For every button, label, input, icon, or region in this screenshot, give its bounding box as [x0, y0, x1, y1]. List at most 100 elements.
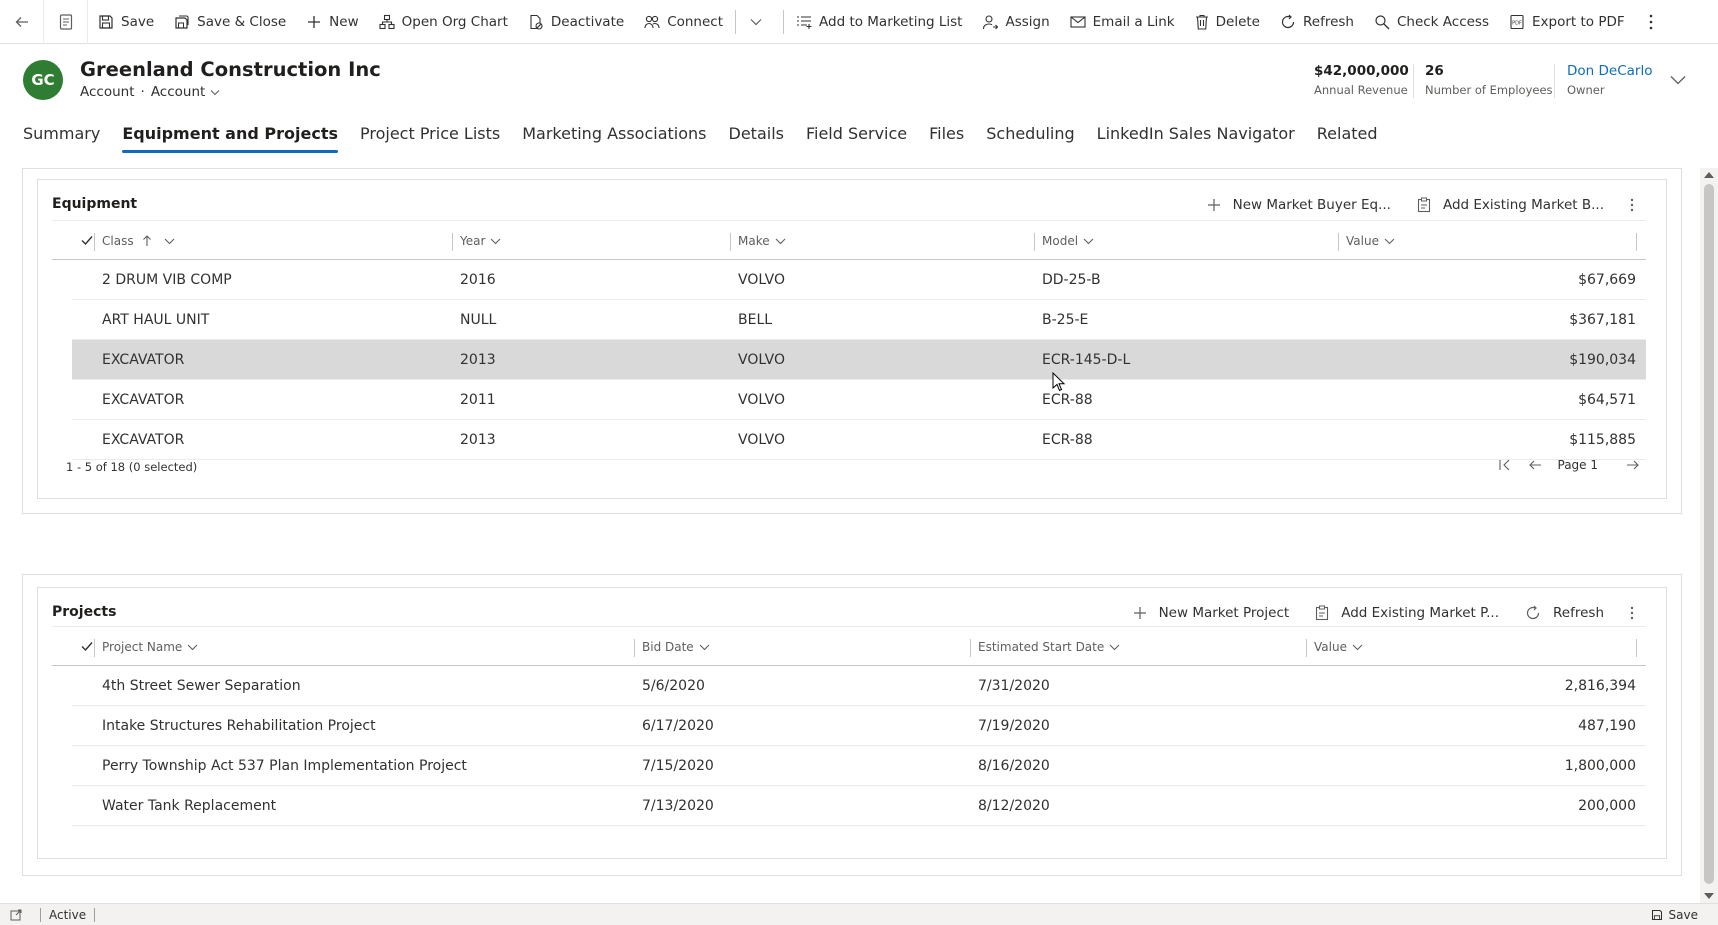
pdf-icon: PDF — [1510, 14, 1524, 29]
refresh-button[interactable]: Refresh — [1270, 0, 1364, 44]
column-header-year[interactable]: Year — [452, 221, 501, 261]
scrollbar-thumb[interactable] — [1704, 184, 1714, 884]
form-content: Equipment New Market Buyer Eq... Add Exi… — [0, 160, 1700, 900]
cell-model: ECR-88 — [1042, 432, 1093, 448]
first-page-icon[interactable] — [1498, 458, 1512, 472]
column-header-value[interactable]: Value — [1338, 221, 1395, 261]
add-existing-market-project-button[interactable]: Add Existing Market P... — [1315, 605, 1499, 621]
tab-summary[interactable]: Summary — [23, 124, 100, 154]
chevron-down-icon — [1384, 238, 1395, 244]
new-market-project-button[interactable]: New Market Project — [1133, 605, 1289, 621]
deactivate-label: Deactivate — [550, 13, 625, 30]
equipment-pager: Page 1 — [1498, 458, 1641, 472]
column-separator — [1338, 233, 1339, 251]
status-save-button[interactable]: Save — [1651, 908, 1698, 922]
column-header-class[interactable]: Class — [94, 221, 175, 261]
delete-label: Delete — [1215, 13, 1260, 30]
form-selector[interactable]: Account — [151, 84, 221, 100]
owner-link[interactable]: Don DeCarlo — [1567, 63, 1652, 79]
table-row-hovered[interactable]: EXCAVATOR 2013 VOLVO ECR-145-D-L $190,03… — [72, 340, 1646, 392]
column-header-model-label: Model — [1042, 234, 1079, 248]
column-header-make[interactable]: Make — [730, 221, 786, 261]
assign-label: Assign — [1005, 13, 1050, 30]
cell-class: ART HAUL UNIT — [102, 312, 210, 328]
add-to-marketing-list-button[interactable]: Add to Marketing List — [786, 0, 972, 44]
table-row[interactable]: EXCAVATOR 2011 VOLVO ECR-88 $64,571 — [72, 380, 1646, 420]
more-commands-button[interactable] — [1635, 0, 1674, 44]
cell-value: $367,181 — [1569, 312, 1636, 328]
plus-icon — [308, 15, 321, 28]
column-header-project-name-label: Project Name — [102, 640, 183, 654]
back-button[interactable] — [0, 0, 44, 44]
chevron-down-icon — [775, 238, 786, 244]
table-row[interactable]: EXCAVATOR 2013 VOLVO ECR-88 $115,885 — [72, 420, 1646, 460]
equipment-more-button[interactable] — [1630, 198, 1646, 212]
cell-model: B-25-E — [1042, 312, 1089, 328]
delete-button[interactable]: Delete — [1185, 0, 1270, 44]
tab-linkedin-sales-navigator[interactable]: LinkedIn Sales Navigator — [1097, 124, 1295, 154]
check-access-label: Check Access — [1396, 13, 1490, 30]
assign-icon — [983, 14, 999, 29]
table-row[interactable]: Water Tank Replacement 7/13/2020 8/12/20… — [72, 786, 1646, 826]
tab-equipment-and-projects[interactable]: Equipment and Projects — [122, 124, 338, 154]
open-org-chart-button[interactable]: Open Org Chart — [369, 0, 518, 44]
projects-grid: Project Name Bid Date Estimated Start Da… — [52, 626, 1646, 826]
tab-field-service[interactable]: Field Service — [806, 124, 907, 154]
email-a-link-button[interactable]: Email a Link — [1060, 0, 1185, 44]
vertical-scrollbar[interactable] — [1700, 168, 1718, 903]
new-button[interactable]: New — [296, 0, 368, 44]
tab-files[interactable]: Files — [929, 124, 964, 154]
previous-page-icon[interactable] — [1528, 458, 1542, 472]
projects-more-button[interactable] — [1630, 606, 1646, 620]
deactivate-button[interactable]: Deactivate — [518, 0, 634, 44]
export-to-pdf-button[interactable]: PDF Export to PDF — [1499, 0, 1635, 44]
add-existing-market-buyer-label: Add Existing Market B... — [1442, 197, 1604, 213]
scroll-down-arrow[interactable] — [1704, 893, 1714, 899]
tab-marketing-associations[interactable]: Marketing Associations — [522, 124, 706, 154]
table-row[interactable]: 2 DRUM VIB COMP 2016 VOLVO DD-25-B $67,6… — [72, 260, 1646, 300]
header-expand-button[interactable] — [1670, 74, 1686, 89]
open-in-new-window-button[interactable] — [0, 909, 32, 921]
column-header-value[interactable]: Value — [1306, 627, 1363, 667]
projects-grid-header: Project Name Bid Date Estimated Start Da… — [52, 626, 1646, 666]
tab-related[interactable]: Related — [1317, 124, 1378, 154]
add-existing-market-buyer-button[interactable]: Add Existing Market B... — [1417, 197, 1604, 213]
org-chart-icon — [379, 14, 395, 29]
deactivate-icon — [530, 14, 543, 30]
owner-field: Don DeCarlo Owner — [1567, 63, 1652, 97]
refresh-icon — [1281, 14, 1295, 28]
next-page-icon[interactable] — [1626, 458, 1640, 472]
save-close-button[interactable]: Save & Close — [164, 0, 296, 44]
check-access-button[interactable]: Check Access — [1364, 0, 1499, 44]
assign-button[interactable]: Assign — [972, 0, 1059, 44]
tab-details[interactable]: Details — [729, 124, 784, 154]
save-button[interactable]: Save — [88, 0, 164, 44]
column-header-model[interactable]: Model — [1034, 221, 1094, 261]
status-save-label: Save — [1668, 907, 1698, 922]
tab-scheduling[interactable]: Scheduling — [986, 124, 1074, 154]
equipment-subgrid: Equipment New Market Buyer Eq... Add Exi… — [37, 179, 1667, 499]
command-bar: Save Save & Close New Open Org Chart Dea… — [0, 0, 1718, 44]
table-row[interactable]: Perry Township Act 537 Plan Implementati… — [72, 746, 1646, 786]
column-header-bid-date[interactable]: Bid Date — [634, 627, 710, 667]
page-number: Page 1 — [1557, 458, 1599, 472]
connect-dropdown-button[interactable] — [738, 0, 781, 44]
select-all-checkmark-icon[interactable] — [80, 233, 94, 247]
table-row[interactable]: ART HAUL UNIT NULL BELL B-25-E $367,181 — [72, 300, 1646, 340]
cell-bid-date: 7/13/2020 — [642, 798, 714, 814]
column-header-class-label: Class — [102, 234, 134, 248]
scroll-up-arrow[interactable] — [1704, 172, 1714, 178]
cell-year: 2013 — [460, 432, 496, 448]
column-header-project-name[interactable]: Project Name — [94, 627, 198, 667]
table-row[interactable]: Intake Structures Rehabilitation Project… — [72, 706, 1646, 746]
select-all-checkmark-icon[interactable] — [80, 639, 94, 653]
tab-project-price-lists[interactable]: Project Price Lists — [360, 124, 500, 154]
column-header-estimated-start-date[interactable]: Estimated Start Date — [970, 627, 1120, 667]
column-header-make-label: Make — [738, 234, 770, 248]
open-org-chart-label: Open Org Chart — [401, 13, 508, 30]
table-row[interactable]: 4th Street Sewer Separation 5/6/2020 7/3… — [72, 666, 1646, 706]
projects-refresh-button[interactable]: Refresh — [1525, 605, 1604, 621]
form-selector-button[interactable] — [44, 0, 88, 44]
new-market-buyer-equipment-button[interactable]: New Market Buyer Eq... — [1207, 197, 1391, 213]
connect-button[interactable]: Connect — [634, 0, 733, 44]
